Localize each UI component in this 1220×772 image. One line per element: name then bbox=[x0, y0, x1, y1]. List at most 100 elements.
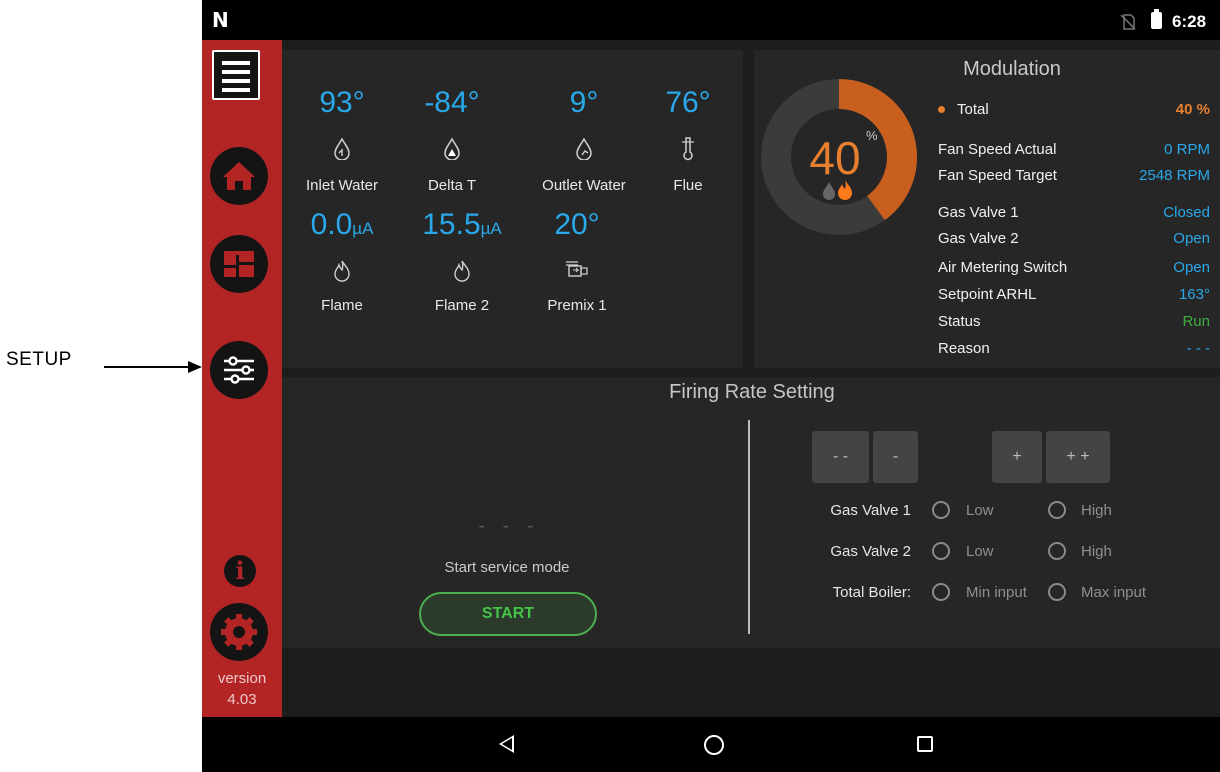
inlet-drop-icon bbox=[282, 137, 402, 166]
setup-annotation-label: SETUP bbox=[6, 349, 72, 370]
total-boiler-max-radio[interactable] bbox=[1048, 583, 1066, 601]
modulation-row-value: 0 RPM bbox=[1164, 141, 1210, 158]
modulation-title: Modulation bbox=[963, 58, 1061, 80]
home-nav-icon[interactable] bbox=[704, 735, 724, 755]
dashboard-button[interactable] bbox=[210, 235, 268, 293]
setup-annotation-arrowhead bbox=[188, 361, 202, 373]
gas-valve-1-low-radio[interactable] bbox=[932, 501, 950, 519]
modulation-row-value: Open bbox=[1173, 259, 1210, 276]
flame-label: Flame bbox=[321, 297, 363, 314]
no-sim-icon bbox=[1120, 14, 1136, 30]
modulation-row: Status Run bbox=[938, 313, 1210, 330]
total-legend-dot bbox=[938, 105, 945, 113]
tablet-screen: N 6:28 i version 4.03 93° -84° 9° 76° In… bbox=[202, 0, 1220, 772]
delta-drop-icon bbox=[392, 137, 512, 166]
menu-icon-bar bbox=[222, 70, 250, 74]
modulation-row: Fan Speed Actual 0 RPM bbox=[938, 141, 1210, 158]
home-button[interactable] bbox=[210, 147, 268, 205]
modulation-total-row: Total 40 % bbox=[938, 101, 1210, 118]
modulation-row: Air Metering Switch Open bbox=[938, 259, 1210, 276]
gauge-unit: % bbox=[866, 128, 878, 143]
start-button[interactable]: START bbox=[419, 592, 597, 636]
modulation-row-label: Air Metering Switch bbox=[938, 259, 1068, 276]
modulation-row-label: Status bbox=[938, 313, 981, 330]
modulation-row-label: Reason bbox=[938, 340, 990, 357]
flame2-value: 15.5µA bbox=[402, 208, 522, 242]
modulation-row: Setpoint ARHL 163° bbox=[938, 286, 1210, 303]
modulation-row-label: Setpoint ARHL bbox=[938, 286, 1037, 303]
dashboard-icon bbox=[224, 251, 254, 277]
back-icon[interactable] bbox=[499, 735, 514, 753]
modulation-row: Reason - - - bbox=[938, 340, 1210, 357]
info-button[interactable]: i bbox=[224, 555, 256, 587]
total-boiler-min-radio[interactable] bbox=[932, 583, 950, 601]
version-label: version bbox=[217, 670, 267, 687]
increase-big-button[interactable]: + + bbox=[1046, 431, 1110, 483]
gas-valve-2-low-label[interactable]: Low bbox=[966, 543, 994, 560]
menu-icon-bar bbox=[222, 79, 250, 83]
modulation-row-label: Gas Valve 2 bbox=[938, 230, 1019, 247]
flame-value: 0.0µA bbox=[282, 208, 402, 242]
firing-rate-readout: - - - bbox=[478, 515, 540, 537]
settings-button[interactable] bbox=[210, 603, 268, 661]
recent-apps-icon[interactable] bbox=[917, 736, 933, 752]
total-boiler-min-label[interactable]: Min input bbox=[966, 584, 1027, 601]
modulation-row-value: 163° bbox=[1178, 286, 1210, 303]
total-value: 40 % bbox=[1175, 101, 1210, 118]
gas-valve-1-high-label[interactable]: High bbox=[1081, 502, 1112, 519]
clock: 6:28 bbox=[1172, 12, 1207, 31]
total-boiler-label: Total Boiler: bbox=[832, 584, 911, 601]
gas-valve-2-high-label[interactable]: High bbox=[1081, 543, 1112, 560]
inlet-water-value: 93° bbox=[319, 86, 365, 119]
home-icon bbox=[223, 162, 255, 190]
firing-rate-title: Firing Rate Setting bbox=[669, 381, 835, 403]
modulation-row-value: Open bbox=[1173, 230, 1210, 247]
inlet-water-label: Inlet Water bbox=[306, 177, 378, 194]
decrease-big-button[interactable]: - - bbox=[812, 431, 869, 483]
modulation-row-label: Fan Speed Actual bbox=[938, 141, 1057, 158]
gas-valve-2-high-radio[interactable] bbox=[1048, 542, 1066, 560]
increase-button[interactable]: + bbox=[992, 431, 1042, 483]
navigation-bar bbox=[202, 717, 1220, 772]
gas-valve-1-low-label[interactable]: Low bbox=[966, 502, 994, 519]
outlet-water-value: 9° bbox=[569, 86, 599, 119]
delta-t-label: Delta T bbox=[427, 177, 477, 194]
outlet-water-label: Outlet Water bbox=[542, 177, 626, 194]
modulation-row: Gas Valve 1 Closed bbox=[938, 204, 1210, 221]
gas-valve-2-low-radio[interactable] bbox=[932, 542, 950, 560]
gas-valve-1-high-radio[interactable] bbox=[1048, 501, 1066, 519]
info-icon: i bbox=[235, 556, 245, 585]
thermometer-icon bbox=[628, 136, 748, 168]
water-drop-icon bbox=[823, 182, 835, 200]
decrease-button[interactable]: - bbox=[873, 431, 918, 483]
battery-charging-icon bbox=[1151, 9, 1162, 29]
modulation-gauge: 40 % bbox=[761, 79, 917, 235]
modulation-row-label: Gas Valve 1 bbox=[938, 204, 1019, 221]
premix-label: Premix 1 bbox=[547, 297, 607, 314]
flame-icon bbox=[282, 260, 402, 288]
modulation-row-value: 2548 RPM bbox=[1139, 167, 1210, 184]
modulation-row: Fan Speed Target 2548 RPM bbox=[938, 167, 1210, 184]
gauge-value: 40 bbox=[809, 132, 860, 184]
flue-label: Flue bbox=[673, 177, 703, 194]
sliders-icon bbox=[224, 356, 254, 384]
version-number: 4.03 bbox=[227, 691, 257, 708]
main-content: 93° -84° 9° 76° Inlet Water Delta T Outl… bbox=[282, 40, 1220, 717]
modulation-row-value: Run bbox=[1182, 313, 1210, 330]
gear-icon bbox=[221, 614, 257, 650]
firing-divider bbox=[748, 420, 750, 634]
menu-button[interactable] bbox=[212, 50, 260, 100]
delta-t-value: -84° bbox=[424, 86, 480, 119]
setup-button[interactable] bbox=[210, 341, 268, 399]
flame2-unit: µA bbox=[480, 219, 502, 238]
flame-number: 0.0 bbox=[310, 208, 353, 241]
service-mode-text: Start service mode bbox=[444, 559, 570, 576]
modulation-row-value: Closed bbox=[1163, 204, 1210, 221]
menu-icon-bar bbox=[222, 88, 250, 92]
notification-logo-icon: N bbox=[212, 8, 229, 32]
total-boiler-max-label[interactable]: Max input bbox=[1081, 584, 1146, 601]
outlet-drop-icon bbox=[524, 137, 644, 166]
flame2-number: 15.5 bbox=[422, 208, 481, 241]
gas-valve-2-label: Gas Valve 2 bbox=[830, 543, 911, 560]
modulation-row-value: - - - bbox=[1186, 340, 1210, 357]
